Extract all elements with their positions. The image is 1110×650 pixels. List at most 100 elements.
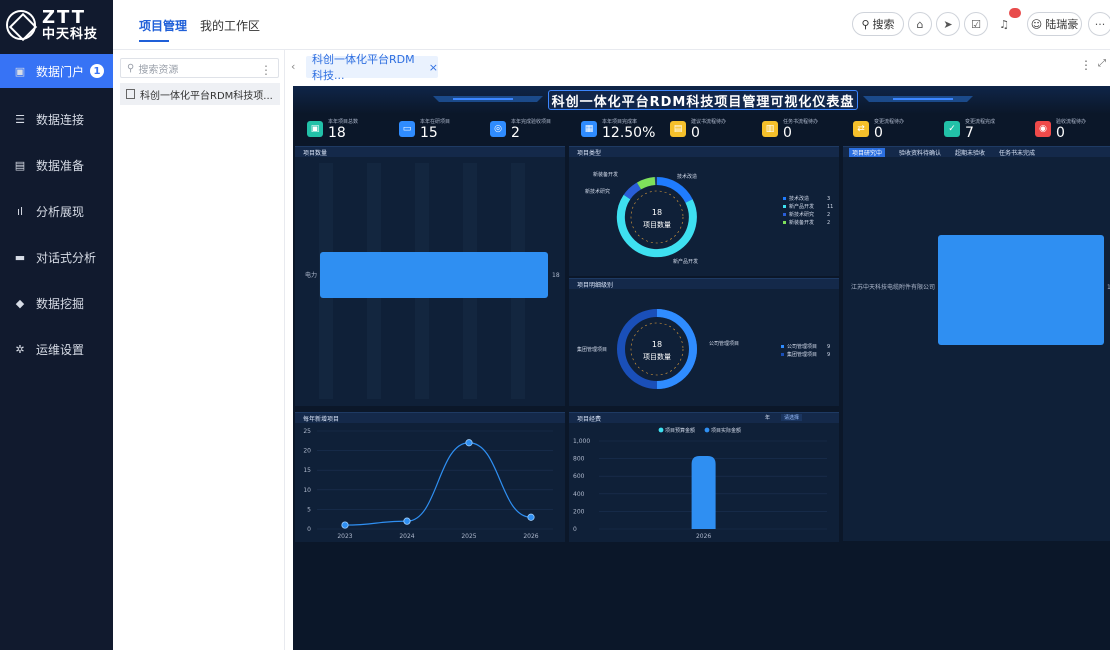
legend-label: 项目预算金额: [665, 427, 695, 434]
kpi-value: 15: [420, 124, 438, 141]
kpi-active-projects: ▭ 本年在研项目 15: [399, 116, 450, 142]
content-tabs: ‹ 科创一体化平台RDM科技... × ⋮ ⤢: [285, 50, 1110, 86]
bar-chart-icon: ıl: [16, 204, 24, 218]
org-status-chart: 江苏中天科技电缆附件有限公司 1: [851, 235, 1110, 345]
global-search-button[interactable]: ⚲ 搜索: [852, 12, 904, 36]
callout-new-product: 新产品开发: [673, 258, 698, 265]
kpi-value: 0: [874, 124, 883, 141]
left-nav: ZTT 中天科技 ▣ 数据门户 1 ☰ 数据连接 ▤ 数据准备 ıl 分析展现 …: [0, 0, 113, 650]
cube-icon: ▣: [307, 121, 323, 137]
nav-item-label: 分析展现: [36, 204, 85, 219]
status-tab[interactable]: 任务书未完成: [999, 148, 1035, 157]
database-icon: ☰: [15, 112, 25, 126]
panel-title: 项目经费: [577, 416, 602, 423]
nav-item-label: 运维设置: [36, 342, 85, 357]
category-label: 江苏中天科技电缆附件有限公司: [851, 283, 935, 291]
panel-title: 项目类型: [577, 150, 602, 157]
user-icon: ☺: [1030, 17, 1043, 31]
home-icon[interactable]: ⌂: [908, 12, 932, 36]
project-funds-panel: 项目经费 年 请选择 0 200 400 600 800 1,000 项目预算金额 项目实际金…: [569, 412, 839, 542]
nav-item-data-portal[interactable]: ▣ 数据门户 1: [0, 54, 113, 88]
legend-item: 新技术研究: [789, 211, 814, 218]
more-vertical-icon[interactable]: ⋮: [260, 63, 272, 77]
x-tick-label: 2025: [461, 533, 476, 540]
legend-swatch: [658, 427, 664, 433]
type-legend: 技术改造 3 新产品开发 11 新技术研究 2 新装备开发 2: [783, 195, 833, 226]
app-root: ZTT 中天科技 ▣ 数据门户 1 ☰ 数据连接 ▤ 数据准备 ıl 分析展现 …: [0, 0, 1110, 650]
project-count-panel: 项目数量 电力 18: [295, 146, 565, 406]
resource-item-label: 科创一体化平台RDM科技项...: [140, 90, 273, 102]
yearly-projects-panel: 每年新增项目 0 5 10 15 20 25 2023 2024 2025 2026: [295, 412, 565, 542]
legend-value: 3: [827, 196, 830, 202]
chat-icon: ▬: [14, 250, 26, 264]
search-icon: ⚲: [861, 17, 870, 31]
callout-new-equipment: 新装备开发: [593, 171, 618, 178]
legend-item: 新产品开发: [789, 203, 814, 210]
y-tick-label: 600: [573, 473, 585, 480]
user-menu[interactable]: ☺ 陆瑞豪: [1027, 12, 1082, 36]
data-point: [341, 521, 349, 529]
y-tick-label: 0: [573, 526, 577, 533]
gear-icon: ✲: [15, 342, 25, 356]
yearly-line-chart: 05101520252023 2024 2025 2026: [303, 428, 553, 540]
org-status-panel: 项目研究中 验收资料待确认 超期未验收 任务书未完成 江苏中天科技电缆附件有限公…: [843, 146, 1110, 541]
status-tab-active[interactable]: 项目研究中: [849, 147, 886, 157]
calendar-check-icon[interactable]: ☑: [964, 12, 988, 36]
status-tab[interactable]: 超期未验收: [955, 148, 985, 157]
kpi-task-pending: ▥ 任务书流程待办 0: [762, 116, 818, 142]
category-label: 电力: [305, 271, 317, 279]
content-tab-label: 科创一体化平台RDM科技...: [312, 53, 415, 82]
y-tick-label: 15: [303, 467, 311, 474]
y-tick-label: 20: [303, 448, 311, 455]
series-line: [344, 442, 532, 526]
kpi-value: 0: [783, 124, 792, 141]
legend-value: 2: [827, 212, 830, 218]
year-filter-select[interactable]: 请选择: [781, 414, 803, 421]
callout-group-managed: 集团管理项目: [577, 346, 607, 353]
kpi-accepted-projects: ◎ 本年完成验收项目 2: [490, 116, 551, 142]
content-tab-rdm-dashboard[interactable]: 科创一体化平台RDM科技... ×: [306, 53, 438, 82]
kpi-value: 7: [965, 124, 974, 141]
tab-project-management[interactable]: 项目管理: [139, 17, 187, 34]
nav-item-analysis[interactable]: ıl 分析展现: [0, 188, 113, 234]
y-tick-label: 10: [303, 487, 311, 494]
legend-item: 技术改造: [789, 195, 809, 202]
tab-my-workspace[interactable]: 我的工作区: [200, 17, 260, 34]
user-name: 陆瑞豪: [1045, 18, 1079, 31]
kpi-completion-rate: ▦ 本年项目完成率 12.50%: [581, 116, 655, 142]
tab-scroll-left-icon[interactable]: ‹: [291, 60, 295, 73]
kpi-value: 2: [511, 124, 520, 141]
slice-new-equipment: [636, 177, 656, 190]
x-tick-label: 2023: [337, 533, 352, 540]
dashboard-header: 科创一体化平台RDM科技项目管理可视化仪表盘: [293, 86, 1110, 114]
nav-item-label: 数据准备: [36, 158, 85, 173]
portal-icon: ▣: [14, 64, 26, 78]
send-icon[interactable]: ➤: [936, 12, 960, 36]
data-point: [527, 513, 535, 521]
y-tick-label: 25: [303, 428, 311, 435]
nav-item-data-mining[interactable]: ◆ 数据挖掘: [0, 280, 113, 326]
active-tab-underline: [139, 40, 169, 42]
nav-item-label: 数据挖掘: [36, 296, 85, 311]
nav-item-ops-settings[interactable]: ✲ 运维设置: [0, 326, 113, 372]
nav-item-data-prep[interactable]: ▤ 数据准备: [0, 142, 113, 188]
more-vertical-icon[interactable]: ⋮: [1080, 58, 1092, 72]
resource-search-input[interactable]: ⚲ 搜索资源 ⋮: [120, 58, 279, 78]
nav-item-data-connect[interactable]: ☰ 数据连接: [0, 96, 113, 142]
nav-item-label: 数据连接: [36, 112, 85, 127]
x-tick-label: 2026: [523, 533, 538, 540]
legend-value: 9: [827, 344, 830, 350]
data-point: [403, 517, 411, 525]
dashboard-title: 科创一体化平台RDM科技项目管理可视化仪表盘: [548, 90, 858, 110]
more-icon[interactable]: ···: [1088, 12, 1110, 36]
kpi-change-pending: ⇄ 变更流程待办 0: [853, 116, 904, 142]
resource-list-item[interactable]: 科创一体化平台RDM科技项...: [120, 83, 280, 105]
nav-item-chat-analysis[interactable]: ▬ 对话式分析: [0, 234, 113, 280]
panel-title: 项目明细级别: [577, 282, 614, 289]
level-legend: 公司管理项目 9 集团管理项目 9: [781, 343, 830, 358]
close-icon[interactable]: ×: [429, 61, 438, 74]
kpi-value: 0: [1056, 124, 1065, 141]
status-tab[interactable]: 验收资料待确认: [899, 148, 941, 157]
nav-item-label: 数据门户: [36, 64, 85, 79]
expand-icon[interactable]: ⤢: [1098, 58, 1106, 69]
